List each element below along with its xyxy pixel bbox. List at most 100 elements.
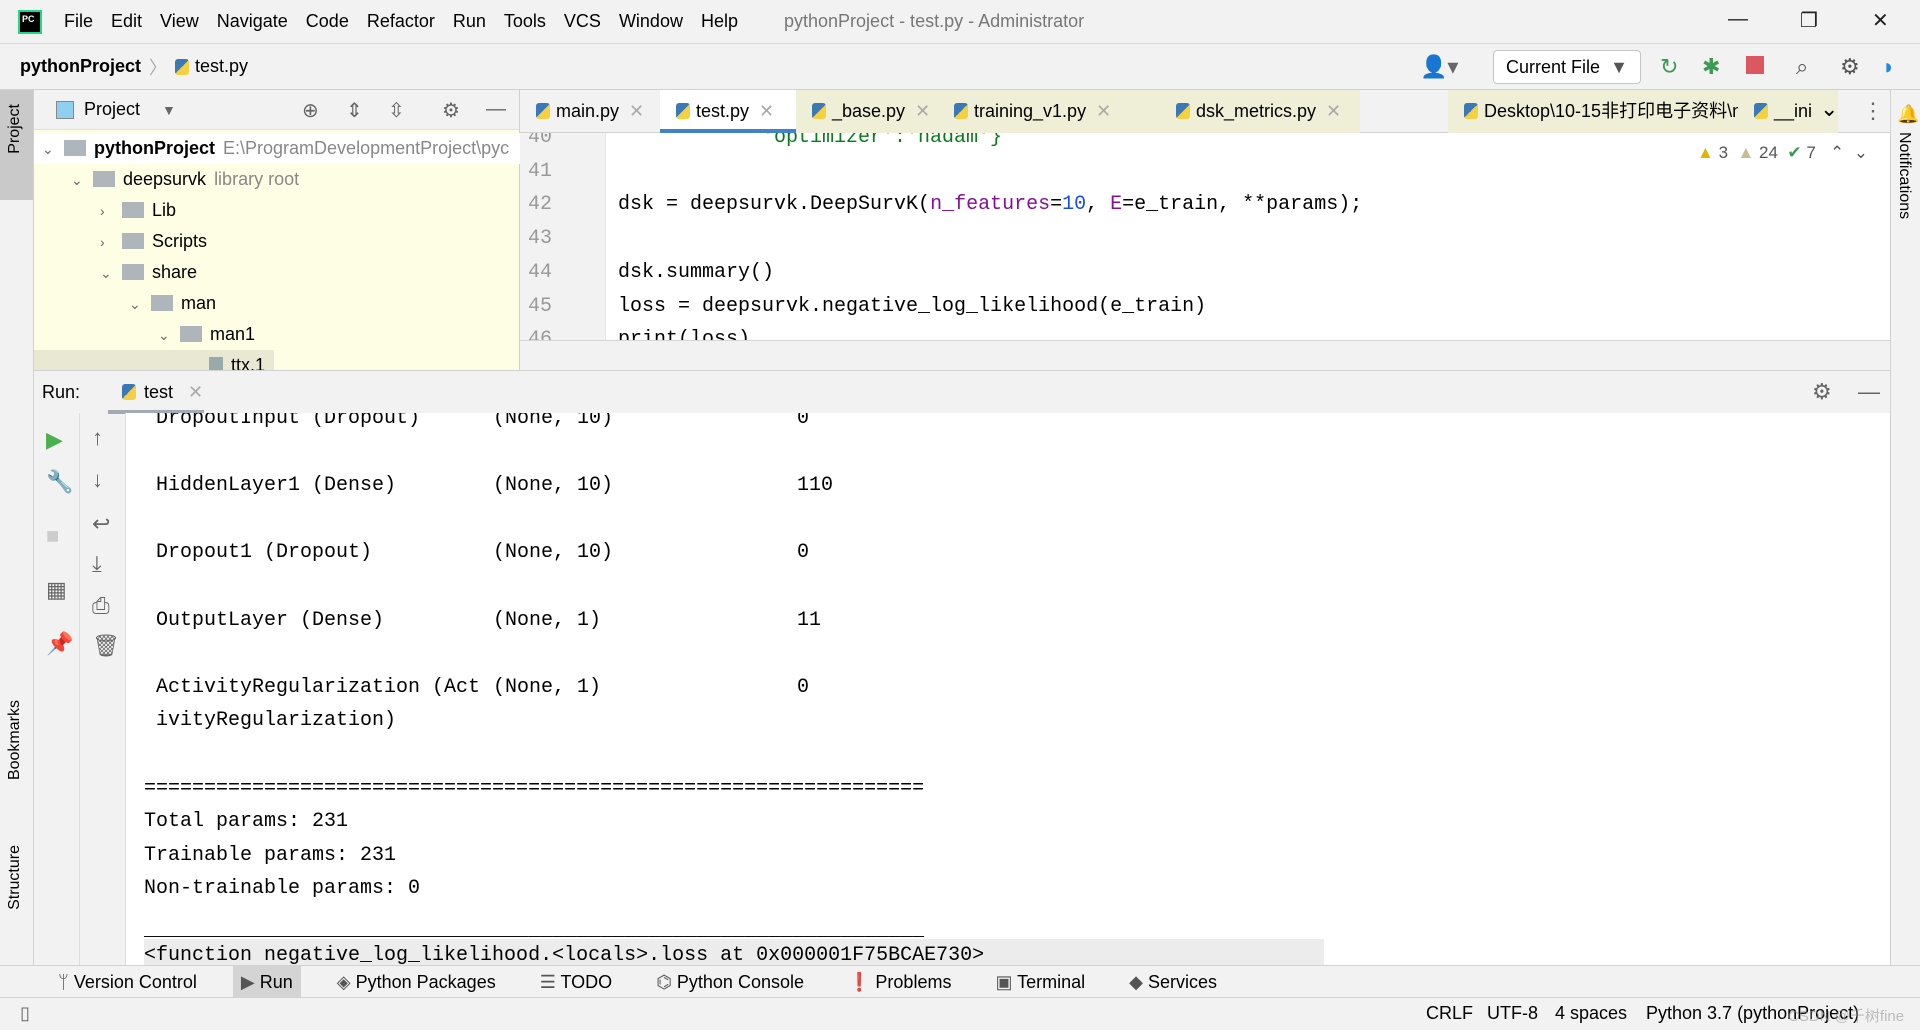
tool-window-problems[interactable]: ❗ Problems xyxy=(840,966,959,998)
bell-icon[interactable]: 🔔 xyxy=(1897,104,1919,125)
tree-item[interactable]: ⌄ pythonProject E:\ProgramDevelopmentProje… xyxy=(34,133,520,164)
code-line[interactable]: dsk = deepsurvk.DeepSurvK(n_features=10,… xyxy=(618,188,1362,222)
close-button[interactable]: ✕ xyxy=(1872,8,1889,33)
code-line[interactable]: dsk.summary() xyxy=(618,256,774,290)
tree-item[interactable]: › Scripts xyxy=(100,226,207,257)
expand-all-icon[interactable]: ⇕ xyxy=(346,98,363,123)
gear-icon[interactable]: ⚙ xyxy=(1812,379,1832,405)
collapse-all-icon[interactable]: ⇳ xyxy=(388,98,405,123)
tab-dsk-metrics-py[interactable]: dsk_metrics.py ✕ xyxy=(1160,90,1360,133)
gear-icon[interactable]: ⚙ xyxy=(1840,54,1860,80)
tab-training-v1-py[interactable]: training_v1.py ✕ xyxy=(938,90,1160,133)
hide-icon[interactable]: — xyxy=(486,98,506,121)
close-icon[interactable]: ✕ xyxy=(188,382,203,402)
tree-item[interactable]: › Lib xyxy=(100,195,176,226)
tool-window-todo[interactable]: ☰ TODO xyxy=(532,966,620,998)
tool-window-services[interactable]: ◆ Services xyxy=(1121,966,1225,998)
close-icon[interactable]: ✕ xyxy=(1326,101,1341,121)
pin-icon[interactable]: 📌 xyxy=(46,631,73,657)
menu-edit[interactable]: Edit xyxy=(111,11,142,32)
debug-icon[interactable]: ✱ xyxy=(1702,54,1720,80)
close-icon[interactable]: ✕ xyxy=(915,101,930,121)
stop-icon[interactable]: ■ xyxy=(46,523,59,549)
scroll-to-end-icon[interactable]: ⤓ xyxy=(92,551,102,577)
breadcrumb-file[interactable]: test.py xyxy=(195,56,248,77)
tool-window-python-packages[interactable]: ◈ Python Packages xyxy=(329,966,504,998)
tab-list-chevron-icon[interactable]: ⌄ xyxy=(1820,96,1838,122)
restore-button[interactable]: ❐ xyxy=(1800,8,1818,33)
run-tab-test[interactable]: test ✕ xyxy=(108,371,204,414)
stop-icon[interactable] xyxy=(1746,56,1764,74)
chevron-right-icon[interactable]: › xyxy=(100,227,122,258)
arrow-up-icon[interactable]: ↑ xyxy=(92,425,103,451)
gear-icon[interactable]: ⚙ xyxy=(442,98,460,123)
close-icon[interactable]: ✕ xyxy=(759,101,774,121)
minimize-button[interactable]: — xyxy=(1728,8,1748,31)
layout-icon[interactable]: ▦ xyxy=(46,577,67,603)
project-tool-button[interactable]: Project xyxy=(6,104,24,154)
arrow-down-icon[interactable]: ↓ xyxy=(92,467,103,493)
notifications-tool-button[interactable]: Notifications xyxy=(1895,132,1913,219)
chevron-down-icon[interactable]: ▼ xyxy=(162,102,176,118)
toggle-tool-windows-icon[interactable]: ▯ xyxy=(20,1003,30,1024)
soft-wrap-icon[interactable]: ↩ xyxy=(92,511,110,537)
chevron-down-icon[interactable]: ⌄ xyxy=(42,134,64,165)
editor-horizontal-scroll[interactable] xyxy=(520,340,1890,370)
tree-item[interactable]: ⌄ share xyxy=(100,257,197,288)
menu-run[interactable]: Run xyxy=(453,11,486,32)
code-with-me-icon[interactable]: ◗ xyxy=(1882,54,1895,80)
menu-file[interactable]: File xyxy=(64,11,93,32)
run-configuration-select[interactable]: Current File ▼ xyxy=(1493,50,1641,84)
menu-tools[interactable]: Tools xyxy=(504,11,546,32)
wrench-icon[interactable]: 🔧 xyxy=(46,469,73,495)
menu-navigate[interactable]: Navigate xyxy=(217,11,288,32)
trash-icon[interactable]: 🗑 xyxy=(92,633,120,659)
tree-item[interactable]: ⌄ man1 xyxy=(158,319,255,350)
code-line[interactable]: print(loss) xyxy=(618,323,750,340)
tool-window-version-control[interactable]: ᛘ Version Control xyxy=(50,966,205,998)
bookmarks-tool-button[interactable]: Bookmarks xyxy=(6,700,24,780)
indent-status[interactable]: 4 spaces xyxy=(1555,1003,1627,1024)
tool-window-run[interactable]: ▶ Run xyxy=(232,965,301,998)
tab-main-py[interactable]: main.py ✕ xyxy=(520,90,660,133)
user-icon[interactable]: 👤▾ xyxy=(1420,54,1458,80)
close-icon[interactable]: ✕ xyxy=(629,101,644,121)
more-options-icon[interactable]: ⋮ xyxy=(1862,98,1884,124)
close-icon[interactable]: ✕ xyxy=(1096,101,1111,121)
search-icon[interactable]: ⌕ xyxy=(1796,54,1808,80)
chevron-down-icon[interactable]: ⌄ xyxy=(129,289,151,320)
rerun-icon[interactable]: ↻ xyxy=(1660,54,1678,80)
pycharm-logo[interactable]: PC xyxy=(18,9,42,34)
hide-icon[interactable]: — xyxy=(1858,379,1880,405)
project-view-select[interactable]: Project xyxy=(84,99,140,120)
menu-vcs[interactable]: VCS xyxy=(564,11,601,32)
code-editor[interactable]: 40 41 42 43 44 45 46 'optimizer':'nadam'} dsk =… xyxy=(520,133,1890,340)
encoding-status[interactable]: UTF-8 xyxy=(1487,1003,1538,1024)
next-highlight-icon[interactable]: ⌄ xyxy=(1854,143,1868,162)
tree-item[interactable]: ⌄ deepsurvk library root xyxy=(71,164,299,195)
tree-item[interactable]: ⌄ man xyxy=(129,288,216,319)
code-line[interactable]: 'optimizer':'nadam'} xyxy=(618,133,1002,155)
menu-refactor[interactable]: Refactor xyxy=(367,11,435,32)
tool-window-terminal[interactable]: ▣ Terminal xyxy=(987,966,1093,998)
chevron-down-icon[interactable]: ⌄ xyxy=(71,165,93,196)
run-console-output[interactable]: DropoutInput (Dropout) (None, 10) 0 HiddenL… xyxy=(126,413,1890,965)
chevron-right-icon[interactable]: › xyxy=(100,196,122,227)
code-line[interactable]: loss = deepsurvk.negative_log_likelihood… xyxy=(618,290,1206,324)
menu-code[interactable]: Code xyxy=(306,11,349,32)
line-separator-status[interactable]: CRLF xyxy=(1426,1003,1473,1024)
breadcrumb-project[interactable]: pythonProject xyxy=(20,56,141,77)
print-icon[interactable]: ⎙ xyxy=(92,593,110,619)
rerun-icon[interactable]: ▶ xyxy=(46,427,63,453)
locate-icon[interactable]: ⊕ xyxy=(302,98,319,123)
menu-view[interactable]: View xyxy=(160,11,199,32)
structure-tool-button[interactable]: Structure xyxy=(6,845,24,910)
tab--base-py[interactable]: _base.py ✕ xyxy=(796,90,938,133)
tab-test-py[interactable]: test.py ✕ xyxy=(660,90,796,133)
inspection-markers[interactable]: ▲ 3 ▲ 24 ✔ 7 ⌃ ⌄ xyxy=(1697,143,1868,163)
previous-highlight-icon[interactable]: ⌃ xyxy=(1830,143,1844,162)
menu-window[interactable]: Window xyxy=(619,11,683,32)
tool-window-python-console[interactable]: ⌬ Python Console xyxy=(648,966,812,998)
tab-desktop-10-15-main-py[interactable]: Desktop\10-15非打印电子资料\main.py✕ xyxy=(1448,90,1738,133)
menu-help[interactable]: Help xyxy=(701,11,738,32)
